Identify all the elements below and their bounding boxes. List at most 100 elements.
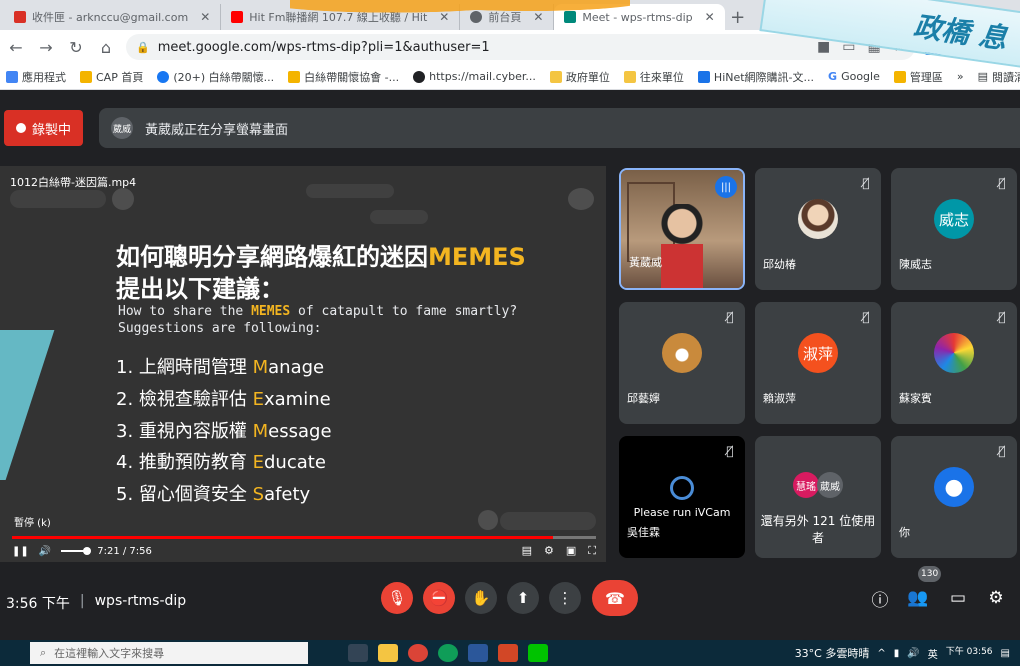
presenting-message: 黃葳威正在分享螢幕畫面 <box>145 122 289 138</box>
participant-tile[interactable]: 🎙̸ 邱藝嬣 <box>619 302 745 424</box>
camera-off-button[interactable]: ⛔ <box>423 582 455 614</box>
bookmark-favicon <box>80 70 92 83</box>
fullscreen-icon[interactable]: ⛶ <box>588 544 596 558</box>
chat-icon[interactable]: ▭ <box>946 586 970 610</box>
notification-icon[interactable]: ▤ <box>1001 648 1010 659</box>
forward-icon[interactable]: → <box>36 38 56 57</box>
people-icon[interactable]: 👥 <box>906 586 930 610</box>
info-icon[interactable]: ⓘ <box>868 586 892 611</box>
close-icon[interactable]: ✕ <box>533 10 543 24</box>
powerpoint-icon[interactable] <box>498 644 518 662</box>
raise-hand-button[interactable]: ✋ <box>465 582 497 614</box>
avatar: 慧瑤 <box>793 472 819 498</box>
list-item: 3. 重視內容版權 Message <box>116 420 332 442</box>
subtitles-icon[interactable]: ▤ <box>522 544 532 558</box>
bookmark-apps[interactable]: 應用程式 <box>6 69 66 85</box>
bookmark-admin[interactable]: 管理區 <box>893 69 943 85</box>
reading-list-button[interactable]: ▤閱讀清單 <box>978 69 1020 85</box>
video-progress-fill <box>12 536 553 539</box>
recording-indicator[interactable]: 錄製中 <box>4 110 84 146</box>
volume-icon[interactable]: 🔊 <box>39 546 51 557</box>
activities-icon[interactable]: ⚙ <box>984 586 1008 610</box>
participant-name: 吳佳霖 <box>627 526 660 539</box>
new-tab-button[interactable]: + <box>725 4 751 30</box>
hinet-icon <box>697 70 710 83</box>
present-screen-button[interactable]: ⬆ <box>507 582 539 614</box>
close-icon[interactable]: ✕ <box>439 10 449 24</box>
video-progress-bar[interactable] <box>12 536 596 539</box>
bookmark-facebook[interactable]: (20+) 白絲帶關懷... <box>157 69 274 85</box>
tab-meet[interactable]: Meet - wps-rtms-dip ✕ <box>554 4 725 30</box>
close-icon[interactable]: ✕ <box>705 10 715 24</box>
miniplayer-icon[interactable]: ▣ <box>566 544 576 558</box>
settings-gear-icon[interactable]: ⚙ <box>544 544 554 558</box>
volume-tray-icon[interactable]: 🔊 <box>907 648 919 659</box>
people-count-badge: 130 <box>918 566 942 582</box>
lock-icon: 🔒 <box>136 40 150 54</box>
taskbar-apps <box>348 644 548 662</box>
input-language[interactable]: 英 <box>928 646 938 661</box>
presenting-notice: 葳威 黃葳威正在分享螢幕畫面 <box>99 108 1020 148</box>
participant-name: 黃葳威 <box>629 256 662 269</box>
more-options-button[interactable]: ⋮ <box>549 582 581 614</box>
leave-call-button[interactable]: ☎ <box>592 580 638 616</box>
tab-hitfm[interactable]: Hit Fm聯播網 107.7 線上收聽 / Hit ✕ <box>221 4 461 30</box>
line-icon[interactable] <box>528 644 548 662</box>
taskbar-clock[interactable]: 下午 03:56 <box>946 647 993 658</box>
chrome-icon[interactable] <box>408 644 428 662</box>
participant-tile[interactable]: 🎙̸ 邱幼椿 <box>755 168 881 290</box>
google-icon: G <box>828 70 838 83</box>
video-time: 7:21 / 7:56 <box>97 545 152 557</box>
camera-indicator-icon[interactable]: ■ <box>817 39 830 55</box>
default-user-icon: ● <box>934 467 974 508</box>
shared-screen-video[interactable]: 1012白絲帶-迷因篇.mp4 如何聰明分享網路爆紅的迷因MEMES 提出以下建… <box>0 166 606 562</box>
bookmark-hinet[interactable]: HiNet網際購訊-文... <box>697 69 814 85</box>
bookmark-folder-gov[interactable]: 政府單位 <box>549 69 610 85</box>
meeting-info: 3:56 下午 | wps-rtms-dip <box>6 593 186 613</box>
back-icon[interactable]: ← <box>6 38 26 57</box>
reload-icon[interactable]: ↻ <box>66 38 86 57</box>
list-item: 5. 留心個資安全 Safety <box>116 484 311 506</box>
recording-label: 錄製中 <box>32 122 72 138</box>
participant-tile[interactable]: ||| 黃葳威 <box>619 168 745 290</box>
network-icon[interactable]: ▮ <box>894 648 900 659</box>
bookmark-folder-partners[interactable]: 往來單位 <box>623 69 684 85</box>
participant-tile[interactable]: 🎙̸ 威志 陳威志 <box>891 168 1017 290</box>
participant-tile[interactable]: 🎙̸ Please run iVCam 吳佳霖 <box>619 436 745 558</box>
bookmark-cap[interactable]: CAP 首頁 <box>80 69 143 85</box>
volume-knob[interactable] <box>83 547 92 555</box>
volume-slider[interactable] <box>61 547 92 555</box>
webcam-icon <box>670 476 694 500</box>
pause-icon[interactable]: ❚❚ <box>12 546 29 557</box>
tab-gmail[interactable]: 收件匣 - arknccu@gmail.com ✕ <box>4 4 222 30</box>
gmail-icon <box>14 11 26 23</box>
chrome-profile-icon[interactable] <box>438 644 458 662</box>
task-view-icon[interactable] <box>348 644 368 662</box>
close-icon[interactable]: ✕ <box>200 10 210 24</box>
bookmark-mail[interactable]: https://mail.cyber... <box>413 70 536 83</box>
taskbar-search[interactable]: ⌕ 在這裡輸入文字來搜尋 <box>30 642 308 664</box>
tray-chevron-icon[interactable]: ^ <box>877 648 885 659</box>
participant-tile[interactable]: 🎙̸ 蘇家賓 <box>891 302 1017 424</box>
avatar: 葳威 <box>817 472 843 498</box>
bookmarks-more-button[interactable]: » <box>957 70 964 83</box>
self-tile[interactable]: 🎙̸ ● 你 <box>891 436 1017 558</box>
video-controls-right: ▤ ⚙ ▣ ⛶ <box>522 544 596 558</box>
bookmark-whiteribbon[interactable]: 白絲帶關懷協會 -... <box>288 69 399 85</box>
participant-name: 邱藝嬣 <box>627 392 660 405</box>
speaking-indicator-icon: ||| <box>715 176 737 198</box>
weather-widget[interactable]: 33°C 多雲時晴 <box>795 645 870 661</box>
meet-controls-bar: 3:56 下午 | wps-rtms-dip 🎙 ⛔ ✋ ⬆ ⋮ ☎ ⓘ 👥 1… <box>0 566 1020 626</box>
bookmark-google[interactable]: G Google <box>828 70 880 83</box>
ivcam-notice: Please run iVCam <box>619 476 745 519</box>
url-field[interactable]: 🔒 meet.google.com/wps-rtms-dip?pli=1&aut… <box>126 34 916 60</box>
word-icon[interactable] <box>468 644 488 662</box>
home-icon[interactable]: ⌂ <box>96 38 116 57</box>
tab-frontpage[interactable]: 前台頁 ✕ <box>460 4 555 30</box>
more-participants-tile[interactable]: 慧瑤 葳威 還有另外 121 位使用者 <box>755 436 881 558</box>
participant-tile[interactable]: 🎙̸ 淑萍 賴淑萍 <box>755 302 881 424</box>
mic-off-button[interactable]: 🎙 <box>381 582 413 614</box>
recording-bar: 錄製中 葳威 黃葳威正在分享螢幕畫面 <box>0 100 1020 156</box>
file-explorer-icon[interactable] <box>378 644 398 662</box>
mic-off-icon: 🎙̸ <box>998 176 1006 190</box>
